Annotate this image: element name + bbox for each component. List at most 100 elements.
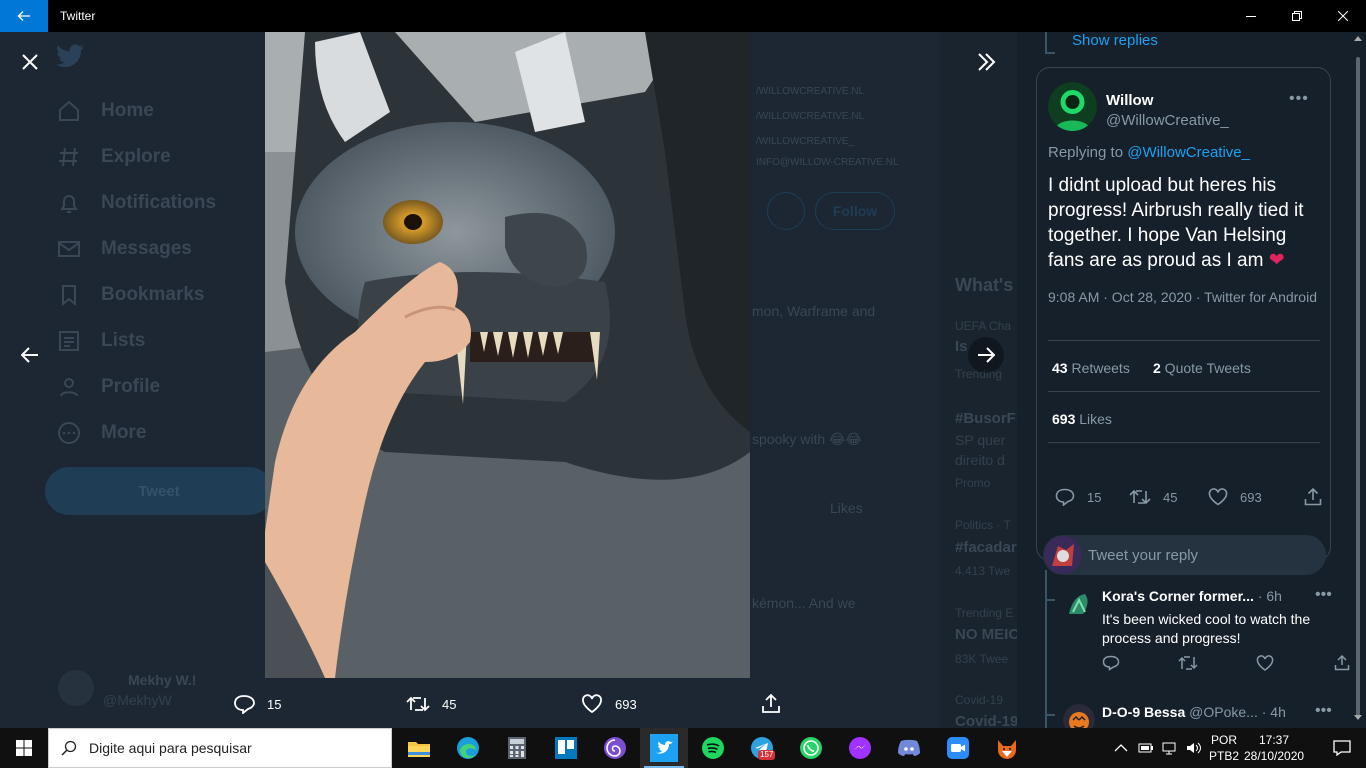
language-code: POR: [1210, 733, 1237, 747]
reply-text: It's been wicked cool to watch the proce…: [1102, 611, 1311, 646]
spotify-app[interactable]: [689, 728, 737, 768]
messenger-app[interactable]: [836, 728, 884, 768]
viewer-reply-button[interactable]: 15: [233, 694, 281, 714]
nav-label: Bookmarks: [101, 284, 205, 305]
reply-icon: [234, 695, 255, 714]
trello-app[interactable]: [542, 728, 590, 768]
reply-more-button[interactable]: •••: [1315, 702, 1332, 720]
zoom-app[interactable]: [934, 728, 982, 768]
clock[interactable]: 17:37 28/10/2020: [1244, 732, 1304, 764]
taskbar: Digite aqui para pesquisar 157 POR PTB2 1…: [0, 728, 1366, 768]
share-button[interactable]: [1304, 488, 1334, 506]
viewer-share-button[interactable]: [761, 694, 793, 714]
likes-stat[interactable]: 693 Likes: [1052, 411, 1112, 427]
retweet-count: 45: [1163, 489, 1178, 505]
panel-scrollbar[interactable]: [1350, 32, 1366, 728]
author-avatar[interactable]: [1048, 82, 1097, 131]
arrow-left-icon: [17, 11, 30, 21]
back-button[interactable]: [0, 0, 48, 32]
discord-app[interactable]: [885, 728, 933, 768]
trend-item: SP quer: [955, 432, 1006, 448]
viewer-retweet-button[interactable]: 45: [406, 694, 456, 714]
window-controls: [1228, 0, 1366, 32]
reply-icon: [1055, 488, 1075, 506]
file-explorer-app[interactable]: [395, 728, 443, 768]
show-replies-link[interactable]: Show replies: [1072, 32, 1158, 49]
scroll-down-arrow[interactable]: [1354, 715, 1362, 720]
minimize-icon: [1246, 16, 1256, 17]
like-count: 693: [1240, 489, 1262, 505]
screen: Twitter Home Explore Notifications Messa…: [0, 0, 1366, 768]
reply-author[interactable]: D-O-9 Bessa @OPoke... · 4h: [1102, 704, 1286, 720]
messenger-icon: [849, 737, 871, 759]
close-viewer-button[interactable]: [14, 46, 46, 78]
retweet-icon[interactable]: [1178, 655, 1198, 671]
reply-author[interactable]: Kora's Corner former... · 6h: [1102, 588, 1282, 604]
list-icon: [59, 331, 79, 351]
scroll-up-arrow[interactable]: [1354, 36, 1362, 41]
reply-avatar[interactable]: [1063, 588, 1095, 620]
expand-panel-button[interactable]: [970, 46, 1002, 78]
thread-line: [1045, 32, 1047, 54]
title-bar: Twitter: [0, 0, 1366, 32]
viewer-action-bar: 15 45 693: [215, 682, 840, 726]
twitter-app[interactable]: [640, 728, 688, 768]
hashtag-icon: [59, 147, 78, 167]
replying-to-link[interactable]: @WillowCreative_: [1127, 144, 1250, 161]
minimize-button[interactable]: [1228, 0, 1274, 32]
game-app[interactable]: [983, 728, 1031, 768]
heart-icon: [582, 694, 602, 714]
volume-icon[interactable]: [1186, 741, 1202, 755]
werewolf-mask-photo: [265, 32, 750, 678]
zoom-icon: [947, 737, 969, 759]
tweet-timestamp[interactable]: 9:08 AM · Oct 28, 2020 · Twitter for And…: [1048, 288, 1318, 307]
retweet-icon: [406, 696, 430, 712]
viewer-like-button[interactable]: 693: [581, 694, 637, 714]
calculator-app[interactable]: [493, 728, 541, 768]
trend-item: Politics · T: [955, 518, 1011, 532]
music-app[interactable]: [591, 728, 639, 768]
retweets-count: 43: [1052, 360, 1068, 376]
network-icon[interactable]: [1162, 741, 1178, 755]
restore-button[interactable]: [1274, 0, 1320, 32]
viewer-reply-count: 15: [267, 696, 282, 712]
trend-item: Covid-19: [955, 713, 1017, 728]
quote-tweets-stat[interactable]: 2 Quote Tweets: [1153, 360, 1251, 376]
retweets-stat[interactable]: 43 Retweets: [1052, 360, 1130, 376]
telegram-app[interactable]: [738, 728, 786, 768]
whatsapp-app[interactable]: [787, 728, 835, 768]
close-button[interactable]: [1320, 0, 1366, 32]
reply-button[interactable]: 15: [1055, 488, 1101, 506]
like-button[interactable]: 693: [1208, 488, 1262, 506]
heart-icon[interactable]: [1256, 655, 1274, 671]
tweet-photo[interactable]: [265, 32, 750, 678]
retweet-button[interactable]: 45: [1129, 488, 1177, 506]
arrow-left-icon: [21, 347, 38, 363]
next-image-button[interactable]: [968, 337, 1004, 373]
share-icon[interactable]: [1334, 655, 1350, 671]
reply-more-button[interactable]: •••: [1315, 586, 1332, 604]
tweet-more-button[interactable]: •••: [1289, 90, 1309, 108]
input-language[interactable]: POR PTB2: [1206, 732, 1242, 764]
action-center-button[interactable]: [1318, 728, 1366, 768]
nav-home: Home: [45, 88, 275, 134]
reply-avatar[interactable]: [1063, 704, 1095, 728]
reply-icon[interactable]: [1102, 655, 1120, 671]
reply-actions: [1102, 655, 1350, 675]
reply-input[interactable]: Tweet your reply: [1088, 547, 1198, 564]
fox-icon: [998, 740, 1016, 759]
chevron-up-icon[interactable]: [1114, 743, 1128, 753]
scroll-thumb[interactable]: [1356, 57, 1360, 717]
taskbar-search[interactable]: Digite aqui para pesquisar: [48, 728, 392, 768]
previous-image-button[interactable]: [14, 339, 46, 371]
battery-icon[interactable]: [1138, 741, 1154, 755]
nav-notifications: Notifications: [45, 180, 275, 226]
quote-tweets-label: Quote Tweets: [1160, 360, 1251, 376]
author-name[interactable]: Willow: [1106, 92, 1153, 109]
start-button[interactable]: [0, 728, 48, 768]
background-user-handle: @MekhyW: [103, 692, 172, 708]
edge-app[interactable]: [444, 728, 492, 768]
reply-composer[interactable]: Tweet your reply: [1043, 535, 1326, 575]
restore-icon: [1292, 11, 1302, 21]
author-handle[interactable]: @WillowCreative_: [1106, 112, 1229, 129]
